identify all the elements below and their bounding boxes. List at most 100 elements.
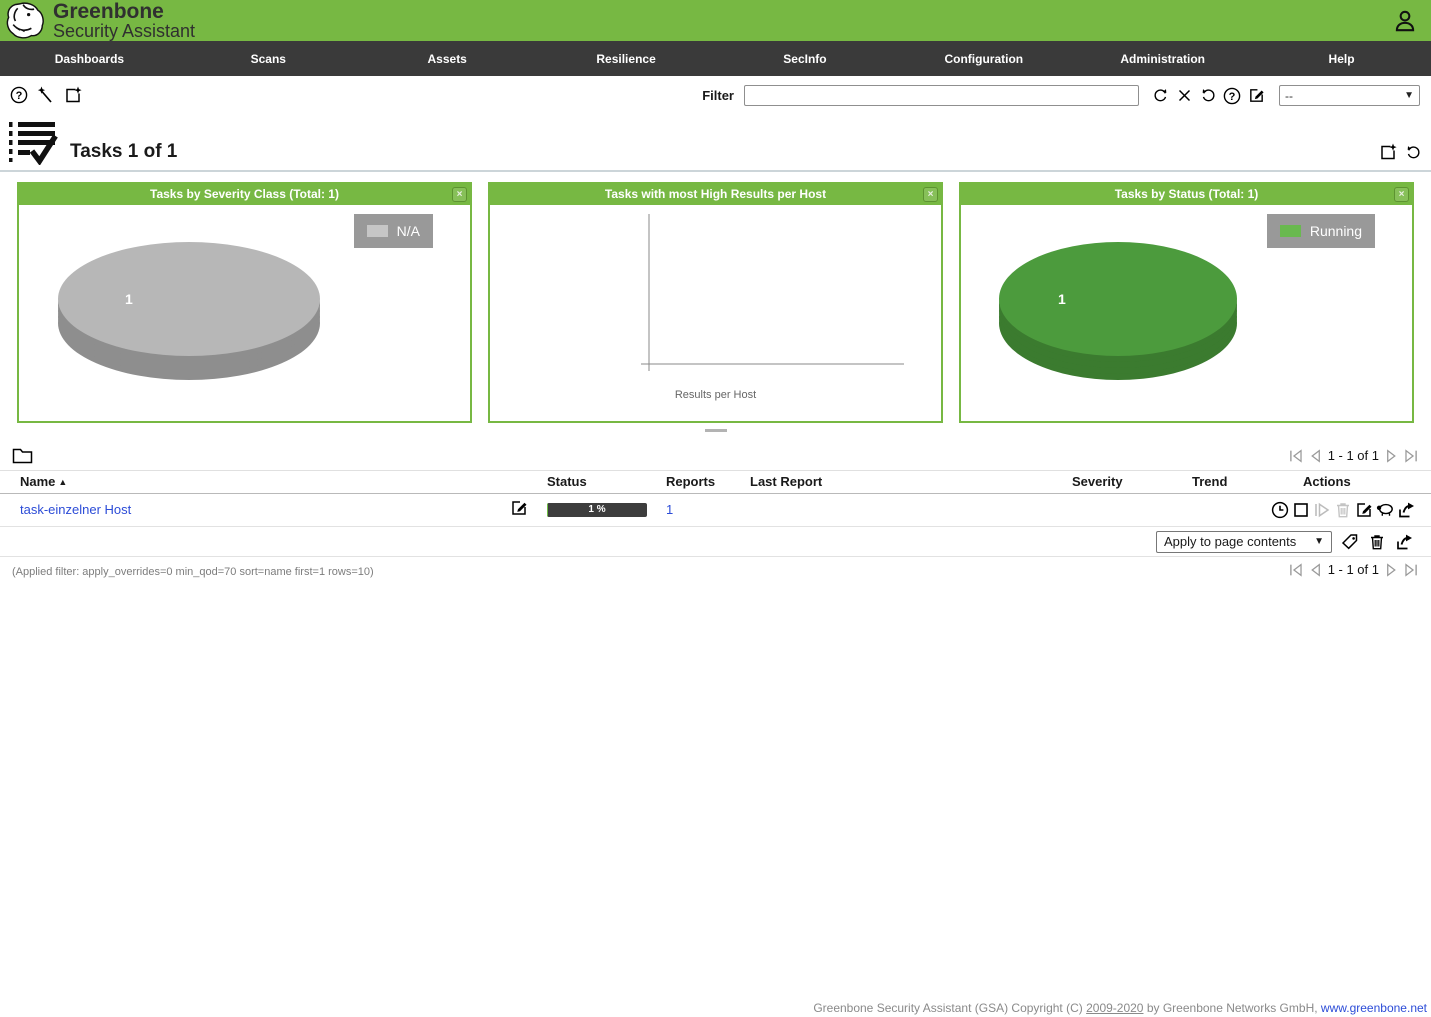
folder-icon[interactable] [12, 446, 33, 465]
previous-page-icon[interactable] [1307, 447, 1324, 464]
new-task-icon[interactable] [64, 86, 82, 104]
help-icon[interactable]: ? [10, 86, 28, 104]
column-header-name[interactable]: Name ▲ [0, 470, 510, 494]
status-percent-label: 1 % [588, 503, 606, 515]
pagination-label: 1 - 1 of 1 [1327, 562, 1379, 577]
update-filter-icon[interactable] [1151, 87, 1169, 105]
applied-filter-text: (Applied filter: apply_overrides=0 min_q… [12, 566, 374, 578]
resume-task-icon-disabled [1313, 501, 1331, 519]
panel-body: 1 N/A [19, 205, 470, 419]
list-toolbar: 1 - 1 of 1 [0, 444, 1431, 470]
tasks-list-icon [8, 119, 58, 165]
panel-tasks-by-status: Tasks by Status (Total: 1) × 1 Running [959, 182, 1414, 423]
nav-item-assets[interactable]: Assets [358, 41, 537, 76]
footer-by-text: by Greenbone Networks GmbH, [1146, 1001, 1318, 1015]
schedule-clock-icon[interactable] [1271, 501, 1289, 519]
bulk-action-select[interactable]: Apply to page contents ▼ [1156, 530, 1332, 553]
nav-item-resilience[interactable]: Resilience [537, 41, 716, 76]
close-icon[interactable]: × [452, 187, 467, 202]
tasks-table-section: 1 - 1 of 1 Name ▲ Status Reports Last Rep… [0, 444, 1431, 585]
task-name-link[interactable]: task-einzelner Host [20, 502, 131, 517]
filter-label: Filter [702, 88, 734, 103]
edit-task-icon[interactable] [510, 499, 528, 517]
toolbar-left-icons: ? [10, 86, 82, 104]
user-menu-icon[interactable] [1392, 8, 1418, 34]
refresh-icon[interactable] [1404, 143, 1422, 161]
sort-ascending-icon: ▲ [58, 477, 68, 487]
section-title-bar: Tasks 1 of 1 [0, 115, 1431, 165]
wizard-icon[interactable] [37, 86, 55, 104]
svg-text:?: ? [1229, 91, 1236, 103]
first-page-icon[interactable] [1288, 561, 1305, 578]
nav-item-dashboards[interactable]: Dashboards [0, 41, 179, 76]
panel-body: Results per Host [490, 205, 941, 419]
column-header-reports[interactable]: Reports [666, 470, 750, 494]
chart-legend: N/A [353, 214, 433, 248]
greenbone-logo-icon [5, 1, 45, 41]
brand-text: Greenbone Security Assistant [53, 1, 195, 40]
legend-label: N/A [396, 223, 420, 239]
next-page-icon[interactable] [1383, 561, 1400, 578]
panel-header[interactable]: Tasks with most High Results per Host × [490, 184, 941, 205]
panel-tasks-by-severity: Tasks by Severity Class (Total: 1) × 1 N… [17, 182, 472, 423]
list-footer: (Applied filter: apply_overrides=0 min_q… [0, 559, 1431, 585]
dashboard: Tasks by Severity Class (Total: 1) × 1 N… [0, 172, 1431, 423]
chevron-down-icon: ▼ [1314, 536, 1324, 547]
saved-filter-select[interactable]: -- ▼ [1279, 85, 1420, 106]
x-axis-label: Results per Host [674, 389, 757, 401]
close-icon[interactable]: × [1394, 187, 1409, 202]
nav-item-help[interactable]: Help [1252, 41, 1431, 76]
column-header-severity[interactable]: Severity [1072, 470, 1192, 494]
column-header-status[interactable]: Status [547, 470, 666, 494]
nav-item-configuration[interactable]: Configuration [894, 41, 1073, 76]
tasks-table: Name ▲ Status Reports Last Report Severit… [0, 470, 1431, 527]
filter-help-icon[interactable]: ? [1223, 87, 1241, 105]
column-header-trend[interactable]: Trend [1192, 470, 1303, 494]
bulk-action-value: Apply to page contents [1164, 534, 1297, 549]
footer-greenbone-link[interactable]: www.greenbone.net [1321, 1001, 1427, 1015]
edit-task-icon[interactable] [1355, 501, 1373, 519]
close-icon[interactable]: × [923, 187, 938, 202]
panel-header[interactable]: Tasks by Status (Total: 1) × [961, 184, 1412, 205]
column-header-last-report[interactable]: Last Report [750, 470, 1072, 494]
trash-icon-disabled [1334, 501, 1352, 519]
pagination-label: 1 - 1 of 1 [1327, 448, 1379, 463]
next-page-icon[interactable] [1383, 447, 1400, 464]
page-title: Tasks 1 of 1 [70, 141, 178, 162]
dashboard-resize-handle[interactable] [704, 429, 727, 432]
last-report-cell [750, 493, 1072, 527]
nav-item-administration[interactable]: Administration [1073, 41, 1252, 76]
filter-input[interactable] [744, 85, 1139, 106]
footer-copyright-years-link[interactable]: 2009-2020 [1086, 1001, 1143, 1015]
table-header-row: Name ▲ Status Reports Last Report Severit… [0, 470, 1431, 494]
last-page-icon[interactable] [1402, 561, 1419, 578]
export-icon[interactable] [1397, 501, 1415, 519]
app-header: Greenbone Security Assistant [0, 0, 1431, 41]
filter-bar: Filter ? -- ▼ [702, 85, 1420, 106]
trash-icon[interactable] [1368, 533, 1386, 551]
chart-legend: Running [1266, 214, 1375, 248]
task-status-bar[interactable]: 1 % [547, 502, 647, 517]
first-page-icon[interactable] [1288, 447, 1305, 464]
edit-filter-icon[interactable] [1247, 87, 1265, 105]
svg-text:1: 1 [125, 291, 133, 307]
clone-sheep-icon[interactable] [1376, 501, 1394, 519]
nav-item-scans[interactable]: Scans [179, 41, 358, 76]
stop-task-icon[interactable] [1292, 501, 1310, 519]
pagination-top: 1 - 1 of 1 [1288, 447, 1419, 464]
panel-header[interactable]: Tasks by Severity Class (Total: 1) × [19, 184, 470, 205]
export-icon[interactable] [1395, 533, 1413, 551]
previous-page-icon[interactable] [1307, 561, 1324, 578]
svg-text:1: 1 [1058, 291, 1066, 307]
reports-count-link[interactable]: 1 [666, 502, 673, 517]
title-icons [1379, 143, 1422, 161]
last-page-icon[interactable] [1402, 447, 1419, 464]
new-task-icon[interactable] [1379, 143, 1397, 161]
results-per-host-chart[interactable] [490, 205, 940, 419]
tag-icon[interactable] [1341, 533, 1359, 551]
nav-item-secinfo[interactable]: SecInfo [716, 41, 895, 76]
reset-filter-icon[interactable] [1199, 87, 1217, 105]
row-actions [1271, 501, 1431, 519]
panel-title: Tasks by Severity Class (Total: 1) [150, 187, 339, 201]
delete-filter-icon[interactable] [1175, 87, 1193, 105]
